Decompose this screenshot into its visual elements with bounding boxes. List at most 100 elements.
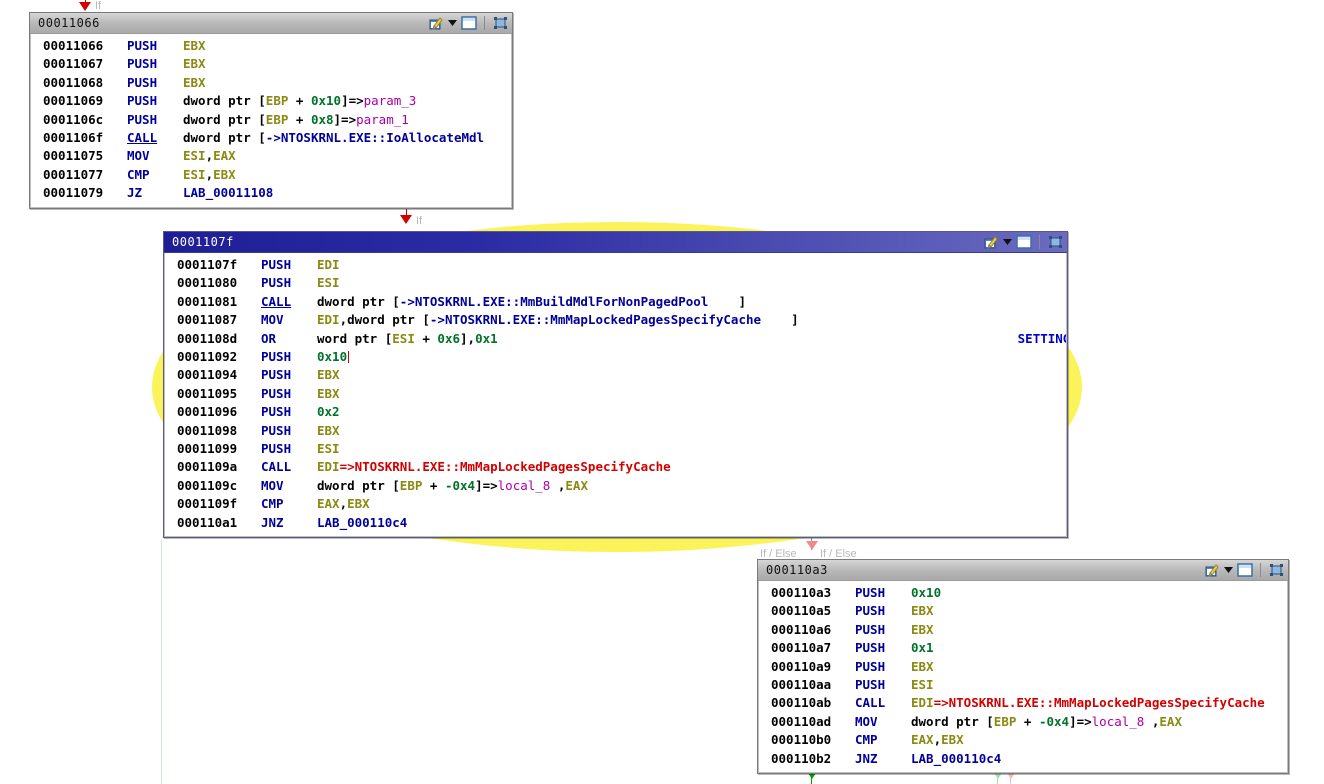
instruction-operands[interactable]: word ptr [ESI + 0x6],0x1 SETTING MDL_MAPP…	[317, 330, 1066, 348]
code-row[interactable]: 000110a1 JNZ LAB_000110c4	[165, 514, 1066, 532]
code-row[interactable]: 0001106c PUSH dword ptr [EBP + 0x8]=>param…	[31, 111, 511, 129]
instruction-operands[interactable]: dword ptr [EBP + 0x8]=>param_1	[183, 111, 511, 129]
code-row[interactable]: 00011094 PUSH EBX	[165, 366, 1066, 384]
code-row[interactable]: 00011069 PUSH dword ptr [EBP + 0x10]=>para…	[31, 92, 511, 110]
code-row[interactable]: 000110a6 PUSH EBX	[759, 621, 1287, 639]
code-row[interactable]: 0001108d OR word ptr [ESI + 0x6],0x1 SETTIN…	[165, 330, 1066, 348]
code-row[interactable]: 00011096 PUSH 0x2	[165, 403, 1066, 421]
code-row[interactable]: 00011075 MOV ESI,EAX	[31, 147, 511, 165]
instruction-operands[interactable]: EAX,EBX	[317, 495, 1066, 513]
code-block-body[interactable]: 000110a3 PUSH 0x10 000110a5 PUSH EBX 000110a6 P…	[758, 581, 1288, 774]
function-graph-canvas[interactable]: If If If / Else If / Else 00011066 00011…	[0, 0, 1324, 784]
code-block-00011066[interactable]: 00011066 00011066 PUSH EBX 00011067 PUSH…	[29, 12, 513, 209]
instruction-operands[interactable]: dword ptr [EBP + 0x10]=>param_3	[183, 92, 511, 110]
instruction-operands[interactable]: ESI	[911, 676, 1287, 694]
instruction-operands[interactable]: EDI,dword ptr [->NTOSKRNL.EXE::MmMapLock…	[317, 311, 1066, 329]
operand-token[interactable]: ->NTOSKRNL.EXE::IoAllocateMdl	[266, 130, 484, 145]
code-block-body[interactable]: 00011066 PUSH EBX 00011067 PUSH EBX 00011068 PU…	[30, 34, 512, 208]
code-row[interactable]: 0001109f CMP EAX,EBX	[165, 495, 1066, 513]
window-restore-icon[interactable]	[1236, 562, 1253, 578]
instruction-operands[interactable]: LAB_000110c4	[911, 750, 1287, 768]
code-row[interactable]: 00011087 MOV EDI,dword ptr [->NTOSKRNL.EXE…	[165, 311, 1066, 329]
code-row[interactable]: 0001109a CALL EDI=>NTOSKRNL.EXE::MmMapLock…	[165, 458, 1066, 476]
operand-token[interactable]: ->NTOSKRNL.EXE::MmBuildMdlForNonPagedPoo…	[400, 294, 709, 309]
code-block-0001107f[interactable]: 0001107f 0001107f PUSH EDI 00011080 PUSH…	[163, 231, 1068, 539]
titlebar-icon-group[interactable]	[428, 15, 509, 31]
fit-to-window-icon[interactable]	[492, 15, 509, 31]
code-block-body[interactable]: 0001107f PUSH EDI 00011080 PUSH ESI 00011081 CA…	[164, 253, 1067, 538]
instruction-operands[interactable]: ESI	[317, 440, 1066, 458]
instruction-operands[interactable]: EBX	[317, 366, 1066, 384]
window-restore-icon[interactable]	[1015, 234, 1032, 250]
instruction-operands[interactable]: EDI=>NTOSKRNL.EXE::MmMapLockedPagesSpeci…	[317, 458, 1066, 476]
code-row[interactable]: 000110a7 PUSH 0x1	[759, 639, 1287, 657]
instruction-operands[interactable]: ESI,EBX	[183, 166, 511, 184]
instruction-operands[interactable]: 0x1	[911, 639, 1287, 657]
instruction-mnemonic[interactable]: CALL	[261, 293, 317, 311]
code-row[interactable]: 00011068 PUSH EBX	[31, 74, 511, 92]
instruction-operands[interactable]: 0x10	[911, 584, 1287, 602]
instruction-operands[interactable]: 0x2	[317, 403, 1066, 421]
edit-highlight-icon[interactable]	[983, 234, 1000, 250]
code-row[interactable]: 000110a9 PUSH EBX	[759, 658, 1287, 676]
code-row[interactable]: 000110ad MOV dword ptr [EBP + -0x4]=>local…	[759, 713, 1287, 731]
instruction-operands[interactable]: EBX	[183, 37, 511, 55]
instruction-mnemonic[interactable]: CALL	[127, 129, 183, 147]
fit-to-window-icon[interactable]	[1047, 234, 1064, 250]
titlebar-icon-group[interactable]	[983, 234, 1064, 250]
code-row[interactable]: 00011081 CALL dword ptr [->NTOSKRNL.EXE::M…	[165, 293, 1066, 311]
code-row[interactable]: 0001106f CALL dword ptr [->NTOSKRNL.EXE::I…	[31, 129, 511, 147]
instruction-operands[interactable]: EBX	[183, 55, 511, 73]
instruction-operands[interactable]: EBX	[317, 422, 1066, 440]
instruction-operands[interactable]: EBX	[911, 658, 1287, 676]
instruction-operands[interactable]: LAB_000110c4	[317, 514, 1066, 532]
code-row[interactable]: 0001107f PUSH EDI	[165, 256, 1066, 274]
code-row[interactable]: 00011079 JZ LAB_00011108	[31, 184, 511, 202]
instruction-operands[interactable]: ESI,EAX	[183, 147, 511, 165]
chevron-down-icon[interactable]	[1224, 563, 1233, 577]
instruction-operands[interactable]: EBX	[317, 385, 1066, 403]
code-row[interactable]: 00011095 PUSH EBX	[165, 385, 1066, 403]
code-block-titlebar[interactable]: 000110a3	[758, 560, 1288, 581]
operand-token[interactable]: =>NTOSKRNL.EXE::MmMapLockedPagesSpecifyC…	[340, 459, 671, 474]
operand-token[interactable]: LAB_00011108	[183, 185, 273, 200]
code-row[interactable]: 00011080 PUSH ESI	[165, 274, 1066, 292]
instruction-operands[interactable]: dword ptr [->NTOSKRNL.EXE::IoAllocateMdl…	[183, 129, 511, 147]
code-row[interactable]: 00011067 PUSH EBX	[31, 55, 511, 73]
operand-token[interactable]: LAB_000110c4	[317, 515, 407, 530]
instruction-operands[interactable]: LAB_00011108	[183, 184, 511, 202]
chevron-down-icon[interactable]	[1003, 235, 1012, 249]
code-row[interactable]: 00011099 PUSH ESI	[165, 440, 1066, 458]
operand-token[interactable]: ->NTOSKRNL.EXE::MmMapLockedPagesSpecifyC…	[430, 312, 761, 327]
code-row[interactable]: 00011066 PUSH EBX	[31, 37, 511, 55]
instruction-operands[interactable]: EBX	[183, 74, 511, 92]
instruction-operands[interactable]: ESI	[317, 274, 1066, 292]
edit-highlight-icon[interactable]	[428, 15, 445, 31]
code-row[interactable]: 0001109c MOV dword ptr [EBP + -0x4]=>local…	[165, 477, 1066, 495]
instruction-operands[interactable]: dword ptr [->NTOSKRNL.EXE::MmBuildMdlFor…	[317, 293, 1066, 311]
titlebar-icon-group[interactable]	[1204, 562, 1285, 578]
code-row[interactable]: 00011098 PUSH EBX	[165, 422, 1066, 440]
code-block-titlebar[interactable]: 0001107f	[164, 232, 1067, 253]
fit-to-window-icon[interactable]	[1268, 562, 1285, 578]
operand-token[interactable]: =>NTOSKRNL.EXE::MmMapLockedPagesSpecifyC…	[934, 695, 1265, 710]
code-row[interactable]: 00011077 CMP ESI,EBX	[31, 166, 511, 184]
code-row[interactable]: 000110b2 JNZ LAB_000110c4	[759, 750, 1287, 768]
chevron-down-icon[interactable]	[448, 16, 457, 30]
window-restore-icon[interactable]	[460, 15, 477, 31]
instruction-operands[interactable]: EAX,EBX	[911, 731, 1287, 749]
code-block-titlebar[interactable]: 00011066	[30, 13, 512, 34]
code-row[interactable]: 00011092 PUSH 0x10	[165, 348, 1066, 366]
operand-token[interactable]: LAB_000110c4	[911, 751, 1001, 766]
code-row[interactable]: 000110b0 CMP EAX,EBX	[759, 731, 1287, 749]
instruction-operands[interactable]: 0x10	[317, 348, 1066, 366]
instruction-operands[interactable]: EBX	[911, 621, 1287, 639]
code-row[interactable]: 000110ab CALL EDI=>NTOSKRNL.EXE::MmMapLock…	[759, 694, 1287, 712]
code-row[interactable]: 000110aa PUSH ESI	[759, 676, 1287, 694]
code-block-000110a3[interactable]: 000110a3 000110a3 PUSH 0x10 000110a5 PUS…	[757, 559, 1289, 775]
code-row[interactable]: 000110a5 PUSH EBX	[759, 602, 1287, 620]
instruction-operands[interactable]: EBX	[911, 602, 1287, 620]
instruction-operands[interactable]: dword ptr [EBP + -0x4]=>local_8 ,EAX	[317, 477, 1066, 495]
instruction-operands[interactable]: EDI	[317, 256, 1066, 274]
instruction-operands[interactable]: EDI=>NTOSKRNL.EXE::MmMapLockedPagesSpeci…	[911, 694, 1287, 712]
